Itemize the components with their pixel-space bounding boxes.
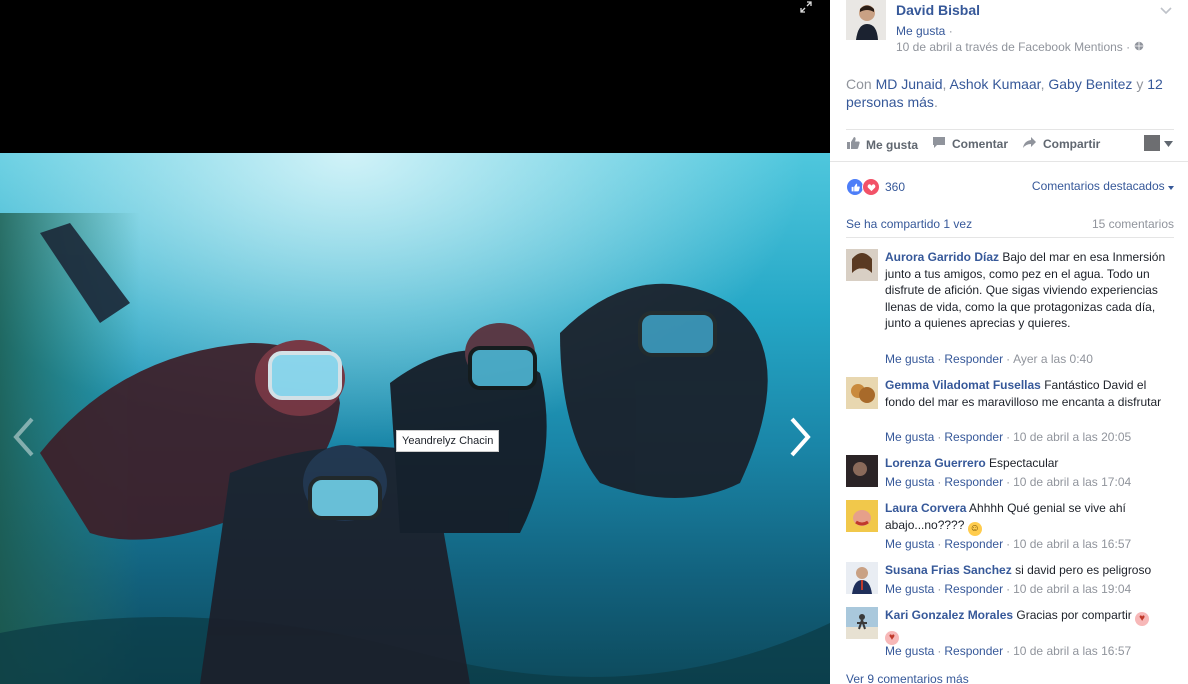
comment-reply-link[interactable]: Responder [944, 430, 1003, 444]
chevron-left-icon[interactable] [10, 415, 40, 459]
comment-body: Susana Frias Sanchez si david pero es pe… [885, 562, 1176, 579]
comment-body: Lorenza Guerrero Espectacular [885, 455, 1176, 472]
share-button-label: Compartir [1043, 137, 1101, 151]
diving-photo [0, 153, 830, 684]
photo-tag-label[interactable]: Yeandrelyz Chacin [396, 430, 500, 452]
comment-button[interactable]: Comentar [932, 136, 1008, 152]
tagged-people: Con MD Junaid, Ashok Kumaar, Gaby Benite… [846, 76, 1163, 110]
smile-emoji-icon: ☺ [967, 521, 982, 536]
separator-dot: · [948, 24, 953, 38]
globe-icon[interactable] [1134, 40, 1144, 54]
comment-meta: Me gusta · Responder · 10 de abril a las 19:… [885, 582, 1132, 596]
heart-eyes-emoji-icon: ♥ [885, 631, 899, 645]
comment-timestamp[interactable]: 10 de abril a las 16:57 [1013, 537, 1131, 551]
share-button[interactable]: Compartir [1022, 136, 1100, 152]
comment-like-link[interactable]: Me gusta [885, 537, 934, 551]
reaction-count[interactable]: 360 [885, 180, 905, 194]
chevron-right-icon[interactable] [784, 415, 814, 459]
divider [846, 237, 1174, 238]
commenter-name[interactable]: Susana Frias Sanchez [885, 563, 1012, 577]
with-prefix: Con [846, 76, 872, 92]
commenter-name[interactable]: Lorenza Guerrero [885, 456, 986, 470]
caret-down-icon [1168, 179, 1174, 193]
top-comments-label: Comentarios destacados [1031, 179, 1165, 193]
comment-like-link[interactable]: Me gusta [885, 644, 934, 658]
commenter-name[interactable]: Aurora Garrido Díaz [885, 250, 999, 264]
commenter-avatar[interactable] [846, 249, 878, 281]
author-avatar[interactable] [846, 0, 886, 40]
tagged-person[interactable]: MD Junaid [876, 76, 943, 92]
share-as-selector[interactable] [1144, 135, 1173, 151]
commenter-avatar[interactable] [846, 562, 878, 594]
post-timestamp[interactable]: 10 de abril a través de Facebook Mention… [896, 40, 1123, 54]
share-icon [1022, 136, 1037, 152]
like-button[interactable]: Me gusta [846, 136, 918, 153]
comment-reply-link[interactable]: Responder [944, 352, 1003, 366]
comment-like-link[interactable]: Me gusta [885, 430, 934, 444]
reactions-summary[interactable]: 360 [846, 178, 905, 196]
comment-meta: Me gusta · Responder · 10 de abril a las 17:… [885, 475, 1132, 489]
view-more-comments-link[interactable]: Ver 9 comentarios más [846, 672, 969, 684]
separator-dot: · [1126, 40, 1131, 54]
period: . [933, 94, 938, 110]
comment-body: Aurora Garrido Díaz Bajo del mar en esa … [885, 249, 1176, 332]
top-comments-dropdown[interactable]: Comentarios destacados [1032, 179, 1174, 193]
comment-meta: Me gusta · Responder · 10 de abril a las 20:… [885, 430, 1132, 444]
comment-meta: Me gusta · Responder · 10 de abril a las 16:… [885, 644, 1132, 658]
post-meta: 10 de abril a través de Facebook Mention… [896, 40, 1144, 54]
like-button-label: Me gusta [866, 137, 919, 152]
page-avatar-icon [1144, 135, 1160, 151]
comment-like-link[interactable]: Me gusta [885, 582, 934, 596]
commenter-name[interactable]: Laura Corvera [885, 501, 966, 515]
chevron-down-icon[interactable] [1160, 2, 1172, 18]
comment-like-link[interactable]: Me gusta [885, 352, 934, 366]
comment-reply-link[interactable]: Responder [944, 537, 1003, 551]
comment-reply-link[interactable]: Responder [944, 475, 1003, 489]
comment-timestamp[interactable]: 10 de abril a las 20:05 [1013, 430, 1131, 444]
tagged-person[interactable]: Ashok Kumaar [950, 76, 1041, 92]
comment-button-label: Comentar [952, 137, 1009, 151]
comment-body: Laura Corvera Ahhhh Qué genial se vive a… [885, 500, 1176, 536]
caret-down-icon [1164, 136, 1173, 150]
comment-timestamp[interactable]: Ayer a las 0:40 [1013, 352, 1093, 366]
comment-text: Espectacular [989, 456, 1059, 470]
commenter-name[interactable]: Kari Gonzalez Morales [885, 608, 1013, 622]
comment-icon [932, 136, 946, 152]
comment-reply-link[interactable]: Responder [944, 644, 1003, 658]
shares-link[interactable]: Se ha compartido 1 vez [846, 217, 972, 231]
with-and: y [1136, 76, 1144, 92]
post-panel: David Bisbal Me gusta · 10 de abril a tr… [830, 0, 1188, 684]
commenter-avatar[interactable] [846, 455, 878, 487]
commenter-name[interactable]: Gemma Viladomat Fusellas [885, 378, 1041, 392]
expand-icon[interactable] [800, 0, 814, 14]
heart-eyes-emoji-icon: ♥ [1135, 612, 1150, 626]
comment-timestamp[interactable]: 10 de abril a las 19:04 [1013, 582, 1131, 596]
author-name[interactable]: David Bisbal [896, 2, 980, 18]
comment-text: si david pero es peligroso [1015, 563, 1152, 577]
comment-meta: Me gusta · Responder · Ayer a las 0:40 [885, 352, 1093, 366]
comment-body: Kari Gonzalez Morales Gracias por compar… [885, 607, 1176, 645]
comment-like-link[interactable]: Me gusta [885, 475, 934, 489]
commenter-avatar[interactable] [846, 607, 878, 639]
comment-text: Gracias por compartir [1016, 608, 1132, 622]
comment-timestamp[interactable]: 10 de abril a las 16:57 [1013, 644, 1131, 658]
post-like-label[interactable]: Me gusta [896, 24, 945, 38]
commenter-avatar[interactable] [846, 377, 878, 409]
comment-meta: Me gusta · Responder · 10 de abril a las 16:… [885, 537, 1132, 551]
comments-count[interactable]: 15 comentarios [1092, 217, 1174, 231]
divider [830, 161, 1188, 162]
love-reaction-icon [862, 178, 880, 196]
thumbs-up-icon [846, 136, 860, 153]
comment-body: Gemma Viladomat Fusellas Fantástico Davi… [885, 377, 1176, 410]
post-like-link[interactable]: Me gusta · [896, 24, 953, 38]
photo-viewer: Yeandrelyz Chacin [0, 0, 830, 684]
divider [846, 129, 1174, 130]
comment-timestamp[interactable]: 10 de abril a las 17:04 [1013, 475, 1131, 489]
comment-reply-link[interactable]: Responder [944, 582, 1003, 596]
commenter-avatar[interactable] [846, 500, 878, 532]
tagged-person[interactable]: Gaby Benitez [1048, 76, 1132, 92]
